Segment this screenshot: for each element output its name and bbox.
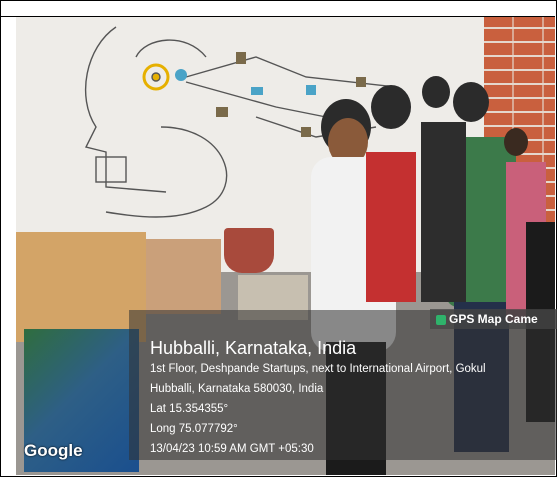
cardboard-model — [146, 239, 221, 314]
red-bucket — [224, 228, 274, 273]
address-line-2: Hubballi, Karnataka 580030, India — [150, 383, 324, 395]
wooden-shelf — [16, 232, 146, 342]
longitude: Long 75.077792° — [150, 423, 238, 435]
gps-app-label: GPS Map Came — [430, 309, 557, 329]
address-line-1: 1st Floor, Deshpande Startups, next to I… — [150, 363, 486, 375]
latitude: Lat 15.354355° — [150, 403, 229, 415]
timestamp: 13/04/23 10:59 AM GMT +05:30 — [150, 443, 314, 455]
google-logo: Google — [24, 441, 83, 460]
map-pin-icon — [436, 314, 446, 325]
place-title: Hubballi, Karnataka, India — [150, 338, 357, 358]
